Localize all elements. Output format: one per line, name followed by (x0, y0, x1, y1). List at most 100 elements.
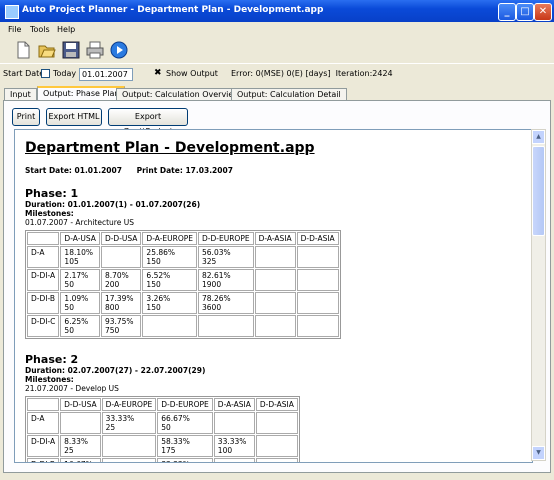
print-icon[interactable] (86, 41, 104, 59)
tab-calculation-overview[interactable]: Output: Calculation Overview (116, 88, 246, 100)
column-header: D-A-ASIA (254, 232, 296, 245)
print-button[interactable]: Print (12, 108, 40, 126)
table-cell: 33.33% 25 (101, 412, 157, 434)
tab-panel: Print Export HTML Export GanttProject De… (3, 100, 551, 473)
cell-percent: 18.10% (64, 248, 94, 257)
cell-percent: 17.39% (104, 294, 134, 303)
cell-percent: 8.33% (64, 437, 88, 446)
table-row: D-A 18.10% 105 25.86% 150 56.03% 325 (27, 246, 339, 268)
table-row: D-DI-B 16.67% 83.33% (27, 458, 298, 462)
tab-calculation-detail[interactable]: Output: Calculation Detail (231, 88, 347, 100)
milestone-text: 01.07.2007 - Architecture US (25, 218, 134, 227)
save-icon[interactable] (62, 41, 80, 59)
table-cell: 1.09% 50 (60, 292, 100, 314)
run-icon[interactable] (110, 41, 128, 59)
table-cell: 3.26% 150 (142, 292, 198, 314)
cell-percent: 6.25% (64, 317, 89, 326)
phase-section: Phase: 1 Duration: 01.01.2007(1) - 01.07.… (25, 187, 515, 339)
start-date-input[interactable]: 01.01.2007 (79, 68, 133, 81)
open-icon[interactable] (38, 41, 56, 59)
cell-percent: 78.26% (202, 294, 231, 303)
table-cell (296, 315, 339, 337)
menu-tools[interactable]: Tools (30, 25, 50, 34)
table-cell (255, 435, 298, 457)
new-icon[interactable] (14, 41, 32, 59)
phase-duration: Duration: 02.07.2007(27) - 22.07.2007(29… (25, 366, 206, 375)
close-button[interactable]: ✕ (534, 3, 552, 21)
table-cell (296, 246, 339, 268)
scroll-thumb[interactable] (532, 146, 545, 236)
cell-value: 50 (64, 303, 74, 312)
table-cell: 18.10% 105 (60, 246, 100, 268)
report-view: Department Plan - Development.app Start … (14, 129, 533, 463)
report-dates: Start Date: 01.01.2007 Print Date: 17.03… (25, 166, 515, 175)
cell-value: 105 (64, 257, 79, 266)
maximize-button[interactable]: □ (516, 3, 534, 21)
cell-value: 1900 (202, 280, 222, 289)
scroll-down-icon[interactable]: ▼ (532, 446, 545, 460)
table-cell (254, 292, 296, 314)
minimize-button[interactable]: _ (498, 3, 516, 21)
toolbar (0, 37, 554, 64)
table-cell (142, 315, 198, 337)
menu-help[interactable]: Help (57, 25, 75, 34)
show-output-checkbox[interactable]: ✖ (154, 68, 162, 78)
cell-value: 25 (64, 446, 74, 455)
phase-section: Phase: 2 Duration: 02.07.2007(27) - 22.07… (25, 353, 515, 462)
table-cell: 6.52% 150 (142, 269, 198, 291)
table-cell (198, 315, 254, 337)
cell-percent: 16.67% (64, 460, 96, 462)
cell-value: 150 (146, 303, 161, 312)
cell-percent: 33.33% (105, 414, 135, 423)
column-header: D-A-EUROPE (101, 398, 157, 411)
window-title: Auto Project Planner - Department Plan -… (22, 5, 324, 15)
menu-file[interactable]: File (8, 25, 21, 34)
phase-title: Phase: 2 (25, 353, 79, 366)
cell-value: 150 (146, 280, 161, 289)
cell-percent: 66.67% (161, 414, 190, 423)
table-cell (100, 246, 142, 268)
table-cell (101, 458, 157, 462)
cell-value: 50 (64, 280, 74, 289)
cell-value: 150 (146, 257, 161, 266)
column-header: D-D-USA (60, 398, 101, 411)
cell-percent: 3.26% (146, 294, 171, 303)
export-ganttproject-button[interactable]: Export GanttProject (108, 108, 188, 136)
export-html-button[interactable]: Export HTML (46, 108, 102, 126)
tab-input[interactable]: Input (4, 88, 37, 100)
row-header: D-DI-B (27, 458, 60, 462)
today-label: Today (53, 69, 77, 78)
phase-title: Phase: 1 (25, 187, 79, 200)
show-output-label: Show Output (166, 69, 218, 78)
table-cell: 83.33% (157, 458, 213, 462)
cell-value: 750 (104, 326, 120, 335)
cell-percent: 56.03% (202, 248, 231, 257)
cell-percent: 1.09% (64, 294, 89, 303)
table-row: D-A 33.33% 25 66.67% 50 (27, 412, 298, 434)
options-bar: Start Date Today 01.01.2007 ✖ Show Outpu… (0, 64, 554, 84)
table-cell (254, 315, 296, 337)
cell-value: 325 (202, 257, 217, 266)
app-icon (5, 5, 19, 19)
table-cell (296, 269, 339, 291)
table-cell: 82.61% 1900 (198, 269, 254, 291)
table-cell (101, 435, 157, 457)
scroll-up-icon[interactable]: ▲ (532, 130, 545, 144)
column-header: D-D-EUROPE (198, 232, 254, 245)
table-cell: 25.86% 150 (142, 246, 198, 268)
table-cell: 6.25% 50 (60, 315, 100, 337)
tab-phase-plan[interactable]: Output: Phase Plan (37, 86, 126, 101)
today-checkbox[interactable] (41, 69, 50, 78)
vertical-scrollbar[interactable]: ▲ ▼ (531, 129, 546, 461)
cell-percent: 25.86% (146, 248, 176, 257)
cell-percent: 33.33% (217, 437, 247, 446)
cell-value: 50 (161, 423, 171, 432)
report-title: Department Plan - Development.app (25, 140, 315, 156)
row-header: D-DI-B (27, 292, 60, 314)
phases-container: Phase: 1 Duration: 01.01.2007(1) - 01.07.… (25, 187, 515, 462)
cell-value: 100 (217, 446, 233, 455)
title-bar: Auto Project Planner - Department Plan -… (0, 0, 554, 22)
phase-duration: Duration: 01.01.2007(1) - 01.07.2007(26) (25, 200, 201, 209)
table-cell (254, 246, 296, 268)
table-cell: 17.39% 800 (100, 292, 142, 314)
